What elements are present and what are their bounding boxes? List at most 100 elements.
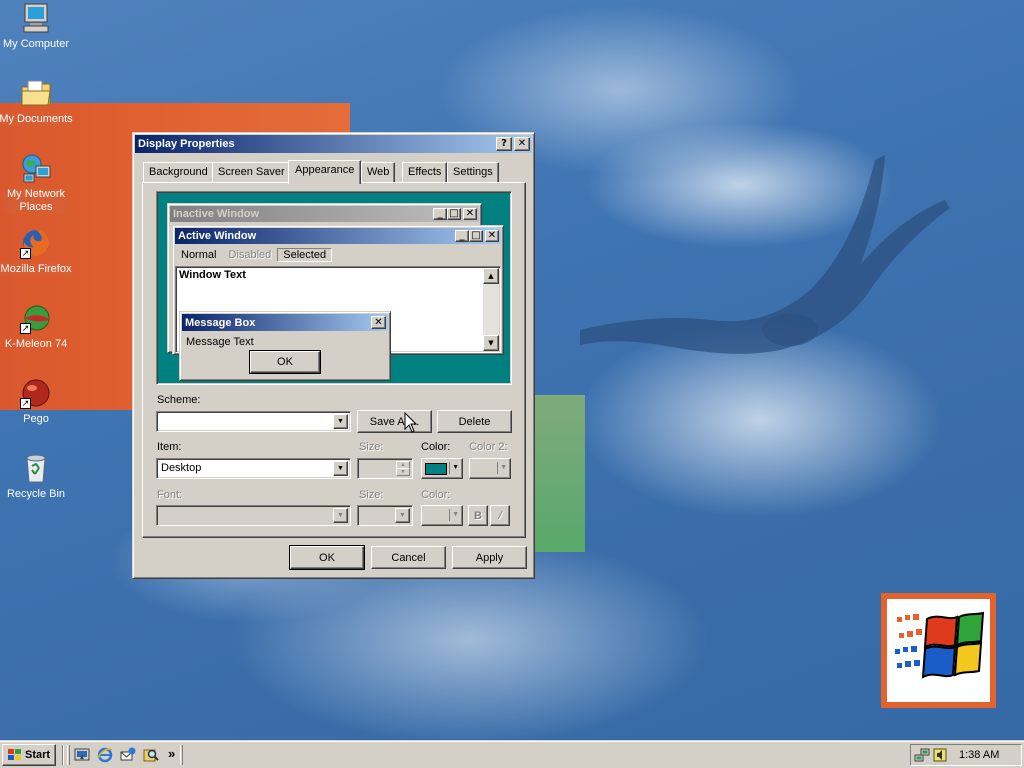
close-icon: ✕ <box>371 316 386 329</box>
preview-ok-button: OK <box>249 350 321 374</box>
preview-message-text: Message Text <box>186 336 254 348</box>
preview-scrollbar: ▲ ▼ <box>483 268 499 351</box>
maximize-icon: □ <box>447 208 461 220</box>
clock[interactable]: 1:38 AM <box>959 749 999 761</box>
preview-inactive-title: Inactive Window <box>173 208 260 220</box>
item-color2-button[interactable]: ▼ <box>469 458 511 479</box>
spin-down-icon[interactable]: ▼ <box>396 468 410 476</box>
folder-documents-icon <box>20 77 52 109</box>
dropdown-arrow-icon[interactable]: ▼ <box>333 414 348 429</box>
preview-window-text: Window Text <box>179 269 246 281</box>
bold-button[interactable]: B <box>468 505 488 526</box>
dropdown-arrow-icon[interactable]: ▼ <box>333 461 348 476</box>
close-icon: ✕ <box>485 230 499 242</box>
tab-screen-saver[interactable]: Screen Saver <box>212 162 291 182</box>
dropdown-arrow-icon: ▼ <box>449 509 459 521</box>
desktop-icon-label: My Network Places <box>4 188 68 214</box>
font-label: Font: <box>157 489 183 501</box>
appearance-preview[interactable]: Inactive Window _ □ ✕ Active Window _ □ … <box>156 191 512 385</box>
ok-button[interactable]: OK <box>289 545 365 570</box>
preview-menu-normal: Normal <box>181 248 217 261</box>
shortcut-arrow-icon: ↗ <box>20 248 31 259</box>
tab-web[interactable]: Web <box>361 162 396 182</box>
taskbar-grip <box>67 745 70 765</box>
tab-background[interactable]: Background <box>143 162 214 182</box>
size-label: Size: <box>359 441 384 453</box>
preview-menu-selected: Selected <box>277 247 333 262</box>
search-icon[interactable] <box>143 747 159 763</box>
preview-active-title: Active Window <box>178 230 257 242</box>
close-icon: ✕ <box>463 208 477 220</box>
taskbar: Start » 1:38 AM <box>0 740 1024 768</box>
desktop-icon-my-documents[interactable]: My Documents <box>0 77 74 126</box>
volume-tray-icon[interactable] <box>932 747 948 763</box>
desktop-icon-mozilla-firefox[interactable]: ↗ Mozilla Firefox <box>0 227 74 276</box>
wallpaper-diver-silhouette <box>580 155 950 354</box>
dropdown-arrow-icon[interactable]: ▼ <box>395 508 410 523</box>
computer-icon <box>20 2 52 34</box>
item-label: Item: <box>157 441 182 453</box>
pego-icon: ↗ <box>20 377 52 409</box>
quick-launch-more-icon[interactable]: » <box>168 746 175 761</box>
internet-explorer-icon[interactable] <box>97 747 113 763</box>
windows-logo-image <box>881 593 996 708</box>
desktop-icon-pego[interactable]: ↗ Pego <box>0 377 74 426</box>
save-as-button[interactable]: Save As... <box>357 410 432 433</box>
desktop-icon-my-network-places[interactable]: My Network Places <box>0 152 74 214</box>
shortcut-arrow-icon: ↗ <box>20 323 31 334</box>
scheme-label: Scheme: <box>157 394 201 406</box>
dropdown-arrow-icon: ▼ <box>449 462 459 474</box>
font-size-label: Size: <box>359 489 384 501</box>
firefox-icon: ↗ <box>20 227 52 259</box>
maximize-icon: □ <box>469 230 483 242</box>
taskbar-separator <box>62 745 64 765</box>
windows-flag-icon <box>8 749 21 760</box>
italic-button[interactable]: / <box>490 505 510 526</box>
desktop-icon-label: Pego <box>23 413 49 425</box>
scheme-dropdown[interactable]: ▼ <box>156 411 351 432</box>
item-dropdown[interactable]: Desktop ▼ <box>156 458 351 479</box>
font-size-dropdown[interactable]: ▼ <box>357 505 413 526</box>
preview-message-box-title: Message Box <box>185 316 256 329</box>
item-value: Desktop <box>161 462 202 474</box>
start-button[interactable]: Start <box>2 744 56 766</box>
start-label: Start <box>25 749 51 761</box>
system-tray: 1:38 AM <box>910 744 1022 766</box>
outlook-express-icon[interactable] <box>120 747 136 763</box>
desktop-icon-k-meleon[interactable]: ↗ K-Meleon 74 <box>0 302 74 351</box>
dialog-titlebar[interactable]: Display Properties ? ✕ <box>135 135 532 153</box>
tab-settings[interactable]: Settings <box>447 162 499 182</box>
scroll-up-icon: ▲ <box>483 268 499 284</box>
apply-button[interactable]: Apply <box>452 546 527 569</box>
dropdown-arrow-icon: ▼ <box>497 462 507 474</box>
delete-button[interactable]: Delete <box>437 410 512 433</box>
font-color-button[interactable]: ▼ <box>421 505 463 526</box>
tab-appearance[interactable]: Appearance <box>288 160 362 184</box>
color-swatch <box>425 462 447 475</box>
desktop-icon-label: My Documents <box>0 113 74 126</box>
taskbar-grip <box>180 745 183 765</box>
desktop-icon-label: My Computer <box>2 38 70 50</box>
network-places-icon <box>20 152 52 184</box>
network-tray-icon[interactable] <box>914 747 930 763</box>
preview-message-box: Message Box ✕ Message Text OK <box>179 311 391 381</box>
desktop-icon-my-computer[interactable]: My Computer <box>0 2 74 51</box>
help-button[interactable]: ? <box>496 137 512 151</box>
font-dropdown[interactable]: ▼ <box>156 505 351 526</box>
tab-effects[interactable]: Effects <box>402 162 448 182</box>
font-color-label: Color: <box>421 489 451 501</box>
recycle-bin-icon <box>20 452 52 484</box>
show-desktop-icon[interactable] <box>74 747 90 763</box>
kmeleon-icon: ↗ <box>20 302 52 334</box>
dropdown-arrow-icon[interactable]: ▼ <box>333 508 348 523</box>
desktop-icon-label: Recycle Bin <box>6 488 66 500</box>
desktop-icon-label: Mozilla Firefox <box>0 263 73 276</box>
color-label: Color: <box>421 441 451 453</box>
cancel-button[interactable]: Cancel <box>371 546 446 569</box>
item-color-button[interactable]: ▼ <box>421 458 463 479</box>
scroll-down-icon: ▼ <box>483 335 499 351</box>
item-size-spinner[interactable]: ▲ ▼ <box>357 458 413 479</box>
desktop-icon-recycle-bin[interactable]: Recycle Bin <box>0 452 74 501</box>
dialog-title: Display Properties <box>138 138 235 150</box>
close-button[interactable]: ✕ <box>514 137 530 151</box>
